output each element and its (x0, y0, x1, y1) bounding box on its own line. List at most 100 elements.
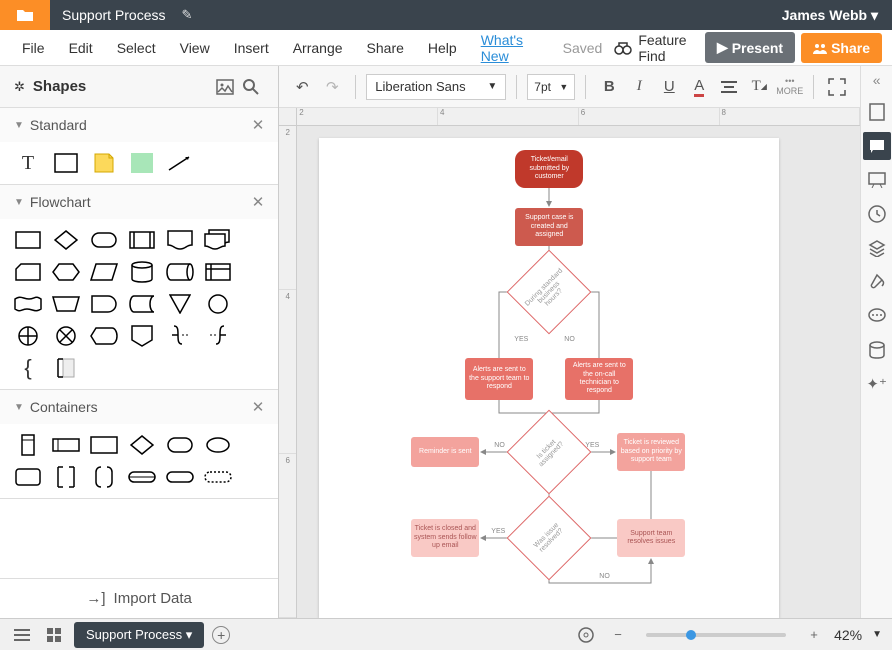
section-containers[interactable]: ▼Containers✕ (0, 390, 278, 424)
align-button[interactable] (716, 74, 742, 100)
chat-icon[interactable] (863, 302, 891, 330)
feature-find[interactable]: Feature Find (614, 32, 695, 64)
gear-icon[interactable]: ✲ (14, 79, 25, 95)
fc-card[interactable] (14, 261, 42, 283)
menu-view[interactable]: View (168, 40, 222, 56)
close-icon[interactable]: ✕ (252, 193, 265, 211)
menu-select[interactable]: Select (105, 40, 168, 56)
present-icon[interactable] (863, 166, 891, 194)
fc-note[interactable] (52, 357, 80, 379)
grid-view-icon[interactable] (42, 623, 66, 647)
cn-8[interactable] (52, 466, 80, 488)
fc-decision[interactable] (52, 229, 80, 251)
cn-7[interactable] (14, 466, 42, 488)
undo-button[interactable]: ↶ (289, 74, 315, 100)
menu-arrange[interactable]: Arrange (281, 40, 355, 56)
flow-decision-hours[interactable]: During standard business hours? (519, 262, 579, 322)
flow-decision-resolved[interactable]: Was issue resolved? (519, 508, 579, 568)
present-button[interactable]: ▶Present (705, 32, 795, 63)
fc-brace-left[interactable] (204, 325, 232, 347)
page[interactable]: Ticket/email submitted by customer Suppo… (319, 138, 779, 618)
cn-4[interactable] (128, 434, 156, 456)
fc-predefined[interactable] (128, 229, 156, 251)
fc-merge[interactable] (166, 293, 194, 315)
fc-papertape[interactable] (14, 293, 42, 315)
flow-review[interactable]: Ticket is reviewed based on priority by … (617, 433, 685, 471)
text-color-button[interactable]: A (686, 74, 712, 100)
menu-file[interactable]: File (10, 40, 57, 56)
zoom-level[interactable]: 42% (834, 627, 862, 643)
fc-or[interactable] (14, 325, 42, 347)
menu-insert[interactable]: Insert (222, 40, 281, 56)
paint-icon[interactable] (863, 268, 891, 296)
shape-rect[interactable] (52, 152, 80, 174)
menu-help[interactable]: Help (416, 40, 469, 56)
fc-delay[interactable] (90, 293, 118, 315)
size-select[interactable]: 7pt▼ (527, 74, 575, 100)
add-page-button[interactable]: + (212, 626, 230, 644)
menu-edit[interactable]: Edit (57, 40, 105, 56)
redo-button[interactable]: ↷ (319, 74, 345, 100)
cn-11[interactable] (166, 466, 194, 488)
text-format-button[interactable]: T◢ (746, 74, 772, 100)
close-icon[interactable]: ✕ (252, 398, 265, 416)
fc-directdata[interactable] (166, 261, 194, 283)
flow-create-case[interactable]: Support case is created and assigned (515, 208, 583, 246)
locate-icon[interactable] (574, 623, 598, 647)
fc-display[interactable] (90, 325, 118, 347)
fc-offpage[interactable] (128, 325, 156, 347)
shape-arrow[interactable] (166, 152, 194, 174)
collapse-icon[interactable]: « (873, 72, 881, 88)
section-standard[interactable]: ▼Standard✕ (0, 108, 278, 142)
cn-3[interactable] (90, 434, 118, 456)
flow-resolve[interactable]: Support team resolves issues (617, 519, 685, 557)
flow-reminder[interactable]: Reminder is sent (411, 437, 479, 467)
close-icon[interactable]: ✕ (252, 116, 265, 134)
flow-start[interactable]: Ticket/email submitted by customer (515, 150, 583, 188)
fc-storeddata[interactable] (128, 293, 156, 315)
bold-button[interactable]: B (596, 74, 622, 100)
fc-brace-right[interactable] (166, 325, 194, 347)
layers-icon[interactable] (863, 234, 891, 262)
more-button[interactable]: •••MORE (776, 77, 803, 97)
fc-database[interactable] (128, 261, 156, 283)
share-button[interactable]: Share (801, 33, 882, 63)
flow-alert-team[interactable]: Alerts are sent to the support team to r… (465, 358, 533, 400)
flow-close-ticket[interactable]: Ticket is closed and system sends follow… (411, 519, 479, 557)
menu-share[interactable]: Share (355, 40, 416, 56)
cn-6[interactable] (204, 434, 232, 456)
cn-1[interactable] (14, 434, 42, 456)
user-menu[interactable]: James Webb ▾ (768, 7, 892, 24)
flow-alert-oncall[interactable]: Alerts are sent to the on-call technicia… (565, 358, 633, 400)
italic-button[interactable]: I (626, 74, 652, 100)
cn-12[interactable] (204, 466, 232, 488)
fc-connector[interactable] (204, 293, 232, 315)
menu-whatsnew[interactable]: What's New (469, 32, 551, 64)
shape-note[interactable] (90, 152, 118, 174)
data-icon[interactable] (863, 336, 891, 364)
font-select[interactable]: Liberation Sans▼ (366, 74, 506, 100)
document-tab[interactable]: Support Process ▾ (74, 622, 204, 648)
fc-summing[interactable] (52, 325, 80, 347)
zoom-slider[interactable] (646, 633, 786, 637)
fc-internal[interactable] (204, 261, 232, 283)
shape-text[interactable]: T (14, 152, 42, 174)
edit-title-icon[interactable]: ✎ (182, 7, 193, 23)
section-flowchart[interactable]: ▼Flowchart✕ (0, 185, 278, 219)
history-icon[interactable] (863, 200, 891, 228)
fc-terminator[interactable] (90, 229, 118, 251)
fc-manual[interactable] (52, 293, 80, 315)
cn-10[interactable] (128, 466, 156, 488)
list-view-icon[interactable] (10, 623, 34, 647)
zoom-in-button[interactable]: + (802, 623, 826, 647)
cn-5[interactable] (166, 434, 194, 456)
zoom-out-button[interactable]: − (606, 623, 630, 647)
underline-button[interactable]: U (656, 74, 682, 100)
search-icon[interactable] (238, 74, 264, 100)
fc-hexagon[interactable] (52, 261, 80, 283)
comment-icon[interactable] (863, 132, 891, 160)
cn-9[interactable] (90, 466, 118, 488)
fullscreen-button[interactable] (824, 74, 850, 100)
fc-multidoc[interactable] (204, 229, 232, 251)
page-icon[interactable] (863, 98, 891, 126)
